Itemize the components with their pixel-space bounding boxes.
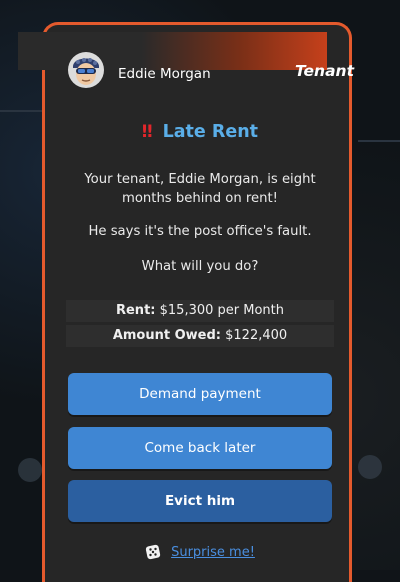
amount-owed-value: $122,400	[225, 328, 288, 343]
background-decoration	[358, 455, 382, 479]
rent-row: Rent: $15,300 per Month	[66, 300, 334, 322]
event-prompt: What will you do?	[141, 259, 259, 274]
evict-button[interactable]: Evict him	[68, 480, 332, 522]
amount-owed-label: Amount Owed:	[112, 328, 221, 343]
tenant-role-badge: Tenant	[294, 62, 354, 80]
event-message: Your tenant, Eddie Morgan, is eight mont…	[84, 172, 316, 206]
come-back-later-button[interactable]: Come back later	[68, 427, 332, 469]
rent-value: $15,300 per Month	[159, 303, 284, 318]
surprise-row: Surprise me!	[0, 544, 400, 560]
event-excuse: He says it's the post office's fault.	[88, 224, 312, 239]
double-exclamation-icon: ‼	[141, 122, 153, 142]
amount-owed-row: Amount Owed: $122,400	[66, 325, 334, 347]
tenant-avatar	[68, 52, 104, 88]
tenant-name: Eddie Morgan	[118, 66, 211, 82]
rent-label: Rent:	[115, 303, 156, 318]
dice-icon	[145, 544, 161, 560]
background-decoration	[0, 110, 42, 112]
event-title-row: ‼ Late Rent	[0, 122, 400, 142]
event-title: Late Rent	[162, 122, 259, 142]
surprise-me-link[interactable]: Surprise me!	[171, 545, 255, 560]
background-decoration	[18, 458, 42, 482]
demand-payment-button[interactable]: Demand payment	[68, 373, 332, 415]
